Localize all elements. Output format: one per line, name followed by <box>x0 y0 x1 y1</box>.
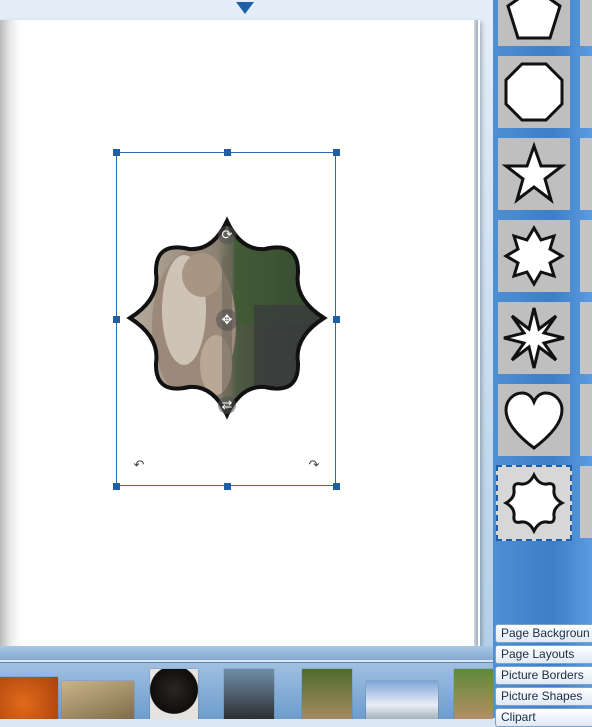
photo-rotate-icon[interactable]: ⟳ <box>218 226 236 244</box>
photo-filmstrip <box>0 662 493 719</box>
resize-handle-right[interactable] <box>333 316 340 323</box>
shape-thumb-star-8[interactable] <box>498 220 570 292</box>
shape-thumb-octagon[interactable] <box>498 56 570 128</box>
shape-thumb-partial[interactable] <box>580 302 592 374</box>
shape-thumb-partial[interactable] <box>580 0 592 46</box>
filmstrip-photo-basketball[interactable] <box>0 677 58 719</box>
shape-thumb-partial[interactable] <box>580 466 592 538</box>
filmstrip-photo-black-bear[interactable] <box>150 669 198 719</box>
shape-thumb-partial[interactable] <box>580 138 592 210</box>
octagon-shape-icon <box>504 62 564 122</box>
tab-page-background[interactable]: Page Backgroun <box>495 624 592 643</box>
rotate-right-icon[interactable]: ↷ <box>306 457 322 473</box>
resize-handle-bottom[interactable] <box>224 483 231 490</box>
resize-handle-bottom-right[interactable] <box>333 483 340 490</box>
workspace-bottom-band <box>0 646 493 660</box>
page-indicator-arrow-icon[interactable] <box>236 2 254 14</box>
resize-handle-top-left[interactable] <box>113 149 120 156</box>
shape-thumb-star-5[interactable] <box>498 138 570 210</box>
shape-thumb-partial[interactable] <box>580 56 592 128</box>
resize-handle-top-right[interactable] <box>333 149 340 156</box>
pentagon-shape-icon <box>506 0 562 40</box>
resize-handle-top[interactable] <box>224 149 231 156</box>
shape-thumb-heart[interactable] <box>498 384 570 456</box>
filmstrip-photo-snowy-mountain[interactable] <box>366 681 438 719</box>
filmstrip-photo-bear-cub[interactable] <box>62 681 134 719</box>
star-8-rounded-shape-icon <box>502 471 566 535</box>
rotate-left-icon[interactable]: ↶ <box>131 457 147 473</box>
resize-handle-left[interactable] <box>113 316 120 323</box>
star-5-shape-icon <box>501 141 567 204</box>
filmstrip-photo-kangaroo[interactable] <box>454 669 493 719</box>
shape-thumb-pentagon[interactable] <box>498 0 570 46</box>
move-icon[interactable]: ✥ <box>216 309 238 331</box>
shape-thumb-partial[interactable] <box>580 384 592 456</box>
shape-thumb-partial[interactable] <box>580 220 592 292</box>
filmstrip-photo-chimpanzees[interactable] <box>224 669 274 719</box>
star-8-shape-icon <box>503 225 565 287</box>
resize-handle-bottom-left[interactable] <box>113 483 120 490</box>
page-edge <box>474 20 478 646</box>
star-8-sharp-shape-icon <box>503 307 565 369</box>
canvas-workspace: ↶ ↷ ⟳ ✥ ⇄ <box>0 0 493 660</box>
shape-thumb-star-8-sharp[interactable] <box>498 302 570 374</box>
tab-picture-shapes[interactable]: Picture Shapes <box>495 687 592 706</box>
tab-page-layouts[interactable]: Page Layouts <box>495 645 592 664</box>
tab-picture-borders[interactable]: Picture Borders <box>495 666 592 685</box>
swap-icon[interactable]: ⇄ <box>218 396 236 414</box>
heart-shape-icon <box>504 391 564 450</box>
filmstrip-photo-lynx[interactable] <box>302 669 352 719</box>
shape-thumb-star-8-rounded[interactable] <box>496 465 572 541</box>
